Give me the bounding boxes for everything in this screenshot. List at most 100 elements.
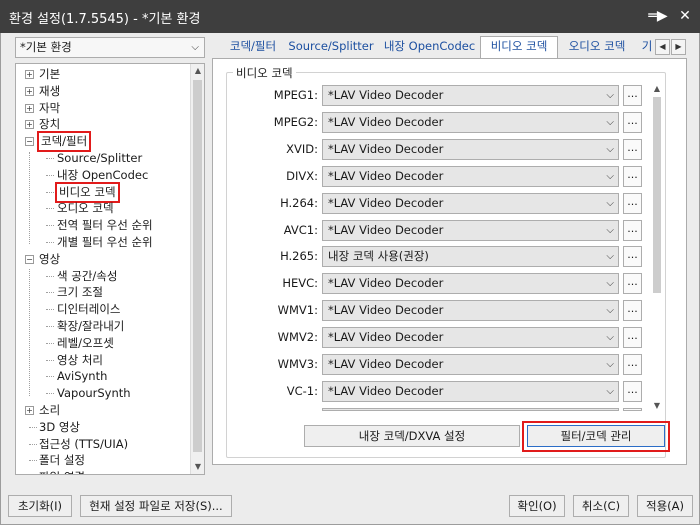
codec-more-button[interactable]: ... <box>623 85 642 106</box>
tab-builtin-opencodec[interactable]: 내장 OpenCodec <box>382 37 477 58</box>
tab-source-splitter[interactable]: Source/Splitter <box>288 37 374 58</box>
save-current-profile-button[interactable]: 현재 설정 파일로 저장(S)... <box>80 495 232 517</box>
settings-tree[interactable]: + 기본 + 재생 + 자막 + 장치 − 코덱/필터 Source/Splitter 내장 Open… <box>15 63 205 475</box>
tab-prev-icon[interactable]: ◀ <box>655 39 670 55</box>
reset-button[interactable]: 초기화(I) <box>8 495 72 517</box>
scroll-down-icon[interactable]: ▼ <box>191 460 204 474</box>
codec-more-button[interactable]: ... <box>623 354 642 375</box>
tree-item[interactable]: + 자막 <box>16 100 190 117</box>
collapse-icon[interactable]: − <box>25 254 34 264</box>
tree-item[interactable]: 크기 조절 <box>16 284 190 301</box>
tree-item[interactable]: 내장 OpenCodec <box>16 167 190 184</box>
tree-item-label: 파일 연결 <box>39 469 85 474</box>
tree-item[interactable]: 개별 필터 우선 순위 <box>16 234 190 251</box>
codec-select[interactable]: *LAV Video Decoder ⌵ <box>322 273 619 294</box>
pin-icon[interactable]: ═▶ <box>647 5 669 27</box>
codec-select[interactable] <box>322 408 619 411</box>
profile-dropdown[interactable]: *기본 환경 ⌵ <box>15 37 205 58</box>
codec-more-button[interactable] <box>623 408 642 411</box>
tree-item[interactable]: 전역 필터 우선 순위 <box>16 217 190 234</box>
codec-more-button[interactable]: ... <box>623 112 642 133</box>
tree-connector <box>46 158 54 159</box>
tree-item[interactable]: Source/Splitter <box>16 150 190 167</box>
codec-more-button[interactable]: ... <box>623 300 642 321</box>
scroll-up-icon[interactable]: ▲ <box>191 64 204 78</box>
codec-select[interactable]: *LAV Video Decoder ⌵ <box>322 166 619 187</box>
tree-item[interactable]: 확장/잘라내기 <box>16 318 190 335</box>
codec-select-value: *LAV Video Decoder <box>328 169 444 183</box>
expand-icon[interactable]: + <box>25 103 34 113</box>
tree-item-label: 색 공간/속성 <box>57 268 118 283</box>
cancel-button[interactable]: 취소(C) <box>573 495 629 517</box>
tree-item[interactable]: 3D 영상 <box>16 419 190 436</box>
collapse-icon[interactable]: − <box>25 137 34 147</box>
codec-more-button[interactable]: ... <box>623 246 642 267</box>
codec-more-button[interactable]: ... <box>623 193 642 214</box>
codec-row-label: WMV3: <box>277 357 318 371</box>
tree-item[interactable]: + 장치 <box>16 116 190 133</box>
tree-item[interactable]: 색 공간/속성 <box>16 268 190 285</box>
tree-item-label: 재생 <box>39 83 61 98</box>
tree-item[interactable]: 영상 처리 <box>16 352 190 369</box>
tab-next-icon[interactable]: ▶ <box>671 39 686 55</box>
codec-more-button[interactable]: ... <box>623 381 642 402</box>
tree-scrollbar[interactable]: ▲ ▼ <box>190 64 204 474</box>
tree-item[interactable]: − 코덱/필터 <box>16 131 190 153</box>
tree-item[interactable]: 파일 연결 <box>16 469 190 474</box>
tree-item[interactable]: + 재생 <box>16 83 190 100</box>
chevron-down-icon: ⌵ <box>606 278 614 289</box>
expand-icon[interactable]: + <box>25 406 34 415</box>
tab-codec-filter[interactable]: 코덱/필터 <box>218 37 288 58</box>
apply-button[interactable]: 적용(A) <box>637 495 693 517</box>
scroll-up-icon[interactable]: ▲ <box>650 83 664 95</box>
tree-item[interactable]: 폴더 설정 <box>16 452 190 469</box>
codec-select[interactable]: *LAV Video Decoder ⌵ <box>322 112 619 133</box>
tab-audio-codec[interactable]: 오디오 코덱 <box>560 37 634 58</box>
ok-button[interactable]: 확인(O) <box>509 495 565 517</box>
tree-item[interactable]: + 소리 <box>16 402 190 419</box>
chevron-down-icon: ⌵ <box>606 144 614 155</box>
tree-item[interactable]: 레벨/오프셋 <box>16 335 190 352</box>
codec-more-button[interactable]: ... <box>623 220 642 241</box>
codec-select[interactable]: *LAV Video Decoder ⌵ <box>322 381 619 402</box>
codec-more-button[interactable]: ... <box>623 166 642 187</box>
tree-item-label: 기본 <box>39 67 61 81</box>
codec-row-label: AVC1: <box>283 223 318 237</box>
codec-select[interactable]: *LAV Video Decoder ⌵ <box>322 327 619 348</box>
tree-item[interactable]: − 영상 <box>16 251 190 268</box>
codec-more-button[interactable]: ... <box>623 327 642 348</box>
tree-connector <box>46 225 54 227</box>
tab-truncated[interactable]: 기 <box>640 37 654 58</box>
expand-icon[interactable]: + <box>25 86 34 96</box>
codec-select[interactable]: *LAV Video Decoder ⌵ <box>322 300 619 321</box>
codec-select[interactable]: 내장 코덱 사용(권장) ⌵ <box>322 246 619 267</box>
tree-item[interactable]: 비디오 코덱 <box>16 181 190 203</box>
codec-select[interactable]: *LAV Video Decoder ⌵ <box>322 193 619 214</box>
chevron-down-icon: ⌵ <box>606 171 614 182</box>
codec-select[interactable]: *LAV Video Decoder ⌵ <box>322 85 619 106</box>
expand-icon[interactable]: + <box>25 70 34 79</box>
codec-list-scrollbar[interactable]: ▲ ▼ <box>650 83 664 412</box>
tree-item[interactable]: 디인터레이스 <box>16 301 190 318</box>
tree-scroll-thumb[interactable] <box>193 80 202 452</box>
builtin-codec-dxva-button[interactable]: 내장 코덱/DXVA 설정 <box>304 425 520 447</box>
codec-list-scroll-thumb[interactable] <box>653 97 661 293</box>
codec-select[interactable]: *LAV Video Decoder ⌵ <box>322 220 619 241</box>
tree-item[interactable]: 오디오 코덱 <box>16 200 190 217</box>
codec-row-label: H.265: <box>280 249 318 263</box>
expand-icon[interactable]: + <box>25 120 34 130</box>
tree-connector <box>29 443 37 445</box>
codec-more-button[interactable]: ... <box>623 139 642 160</box>
filter-codec-manage-button[interactable]: 필터/코덱 관리 <box>527 425 665 447</box>
scroll-down-icon[interactable]: ▼ <box>650 400 664 412</box>
tree-item[interactable]: VapourSynth <box>16 385 190 402</box>
codec-select[interactable]: *LAV Video Decoder ⌵ <box>322 354 619 375</box>
codec-more-button[interactable]: ... <box>623 273 642 294</box>
tree-item[interactable]: AviSynth <box>16 368 190 385</box>
tree-item[interactable]: + 기본 <box>16 66 190 83</box>
tree-item[interactable]: 접근성 (TTS/UIA) <box>16 436 190 453</box>
codec-select[interactable]: *LAV Video Decoder ⌵ <box>322 139 619 160</box>
tab-video-codec[interactable]: 비디오 코덱 <box>480 36 558 59</box>
close-icon[interactable]: ✕ <box>674 5 696 27</box>
tree-item-label: 오디오 코덱 <box>57 201 114 216</box>
